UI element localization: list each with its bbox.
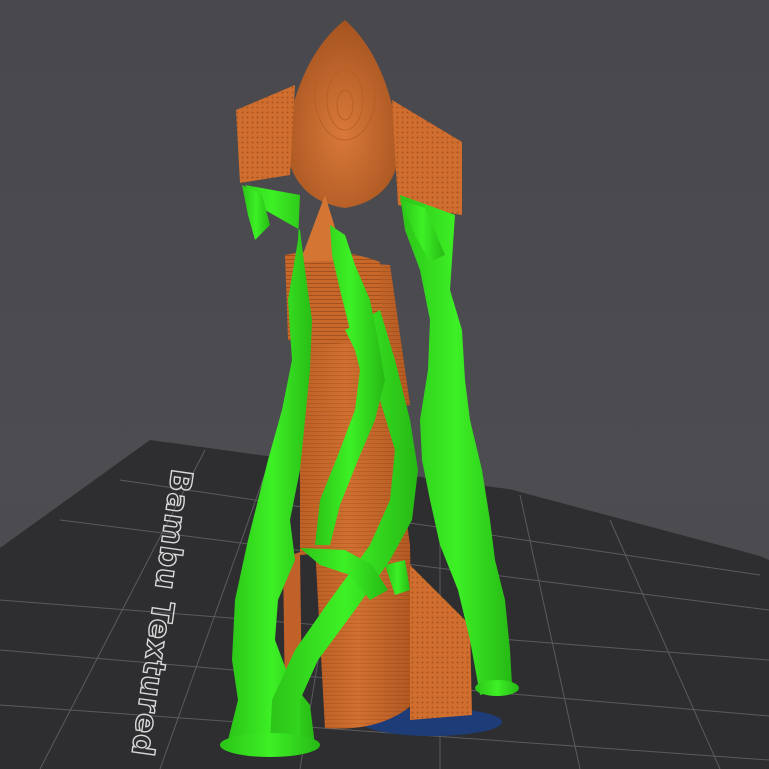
scene-canvas[interactable]: Bambu Textured	[0, 0, 769, 769]
support-base-left	[220, 733, 320, 757]
slicer-3d-viewport[interactable]: Bambu Textured	[0, 0, 769, 769]
rocket-upper-fin-left	[236, 85, 295, 183]
support-base-right	[475, 680, 519, 696]
rocket-nose-cone	[285, 20, 400, 208]
